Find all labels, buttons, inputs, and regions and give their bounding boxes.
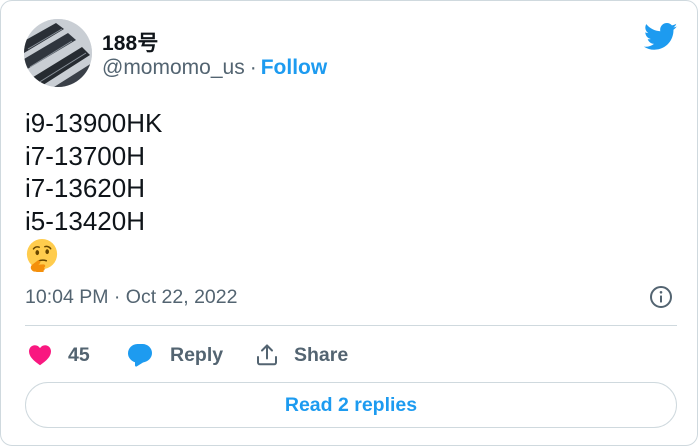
separator-dot: · xyxy=(249,56,257,79)
info-icon[interactable] xyxy=(649,285,673,309)
follow-button[interactable]: Follow xyxy=(261,56,328,79)
twitter-logo-icon[interactable] xyxy=(644,23,678,51)
tweet-line: i7-13620H xyxy=(25,173,145,203)
reply-button[interactable]: Reply xyxy=(127,339,223,371)
tweet-line: i5-13420H xyxy=(25,205,145,236)
share-icon xyxy=(257,344,277,366)
author-name[interactable]: 188号 xyxy=(102,27,158,57)
share-button[interactable]: Share xyxy=(255,339,348,371)
heart-icon xyxy=(29,345,51,366)
reply-bubble-icon xyxy=(128,344,152,367)
divider xyxy=(25,325,677,326)
tweet-text: i9-13900HK i7-13700H i7-13620H i5-13420H xyxy=(25,107,162,237)
avatar[interactable] xyxy=(24,19,92,87)
author-handle[interactable]: @momomo_us xyxy=(102,56,245,79)
like-button[interactable]: 45 xyxy=(28,339,90,371)
tweet-line: i7-13700H xyxy=(25,140,145,171)
avatar-image xyxy=(24,19,92,87)
read-replies-button[interactable]: Read 2 replies xyxy=(25,382,677,428)
tweet-line: i9-13900HK xyxy=(25,108,163,138)
tweet-timestamp[interactable]: 10:04 PM · Oct 22, 2022 xyxy=(25,286,237,309)
reply-label: Reply xyxy=(170,343,224,366)
like-count: 45 xyxy=(68,343,90,366)
tweet-card: 188号 @momomo_us · Follow i9-13900HK i7-137… xyxy=(0,0,698,446)
thinking-face-icon xyxy=(26,238,58,272)
author-handle-row: @momomo_us · Follow xyxy=(102,56,327,80)
share-label: Share xyxy=(294,343,349,366)
